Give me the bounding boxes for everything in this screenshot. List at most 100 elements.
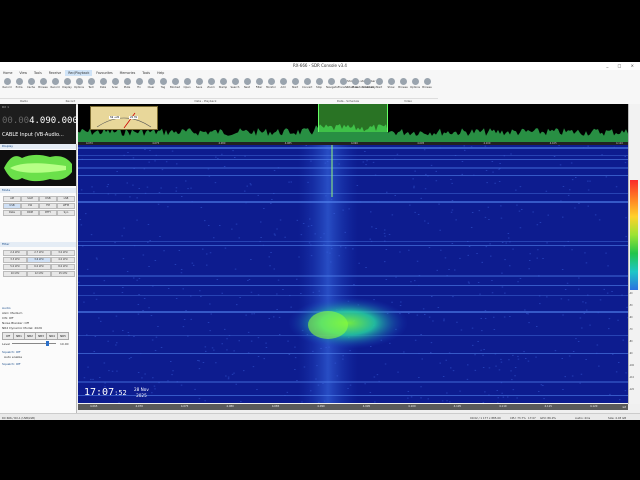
frequency-prefix: 00.00 xyxy=(2,116,30,126)
zoom-level[interactable]: x2 xyxy=(598,404,628,410)
mode-button[interactable]: DRM xyxy=(21,210,39,216)
bottom-tick-label: 4.065 xyxy=(90,405,98,408)
nr5-button[interactable]: NR5 xyxy=(57,332,69,340)
ribbon-button-20[interactable]: Next xyxy=(242,78,252,94)
ribbon-button-0[interactable]: Record xyxy=(2,78,12,94)
info-agc[interactable]: AGC: Medium xyxy=(2,311,22,315)
ribbon-button-icon xyxy=(39,78,47,85)
mode-button[interactable]: Syn xyxy=(57,210,75,216)
ribbon-button-2[interactable]: Cache xyxy=(26,78,36,94)
ribbon-button-33[interactable]: Browse xyxy=(398,78,408,94)
audio-source[interactable]: CABLE Input (VB-Audio... xyxy=(2,132,64,138)
level-slider[interactable] xyxy=(12,341,56,346)
bottom-frequency-axis[interactable]: 4.065 4.070 4.075 4.080 4.085 4.090 4.095 4.100… xyxy=(78,404,628,410)
filter-button[interactable]: 4.0 kHz xyxy=(51,257,75,263)
ribbon-button-label: Next xyxy=(243,86,251,89)
ribbon-button-11[interactable]: Fix xyxy=(134,78,144,94)
ribbon-button-8[interactable]: Data xyxy=(98,78,108,94)
waterfall-display[interactable] xyxy=(78,145,628,403)
squelch-label[interactable]: Squelch: Off xyxy=(2,350,20,354)
filter-button[interactable]: 2.4 kHz xyxy=(3,250,27,256)
ribbon-button-14[interactable]: Blocked xyxy=(170,78,180,94)
filter-button[interactable]: 3.6 kHz xyxy=(27,257,51,263)
frequency-display[interactable]: RX 1 00.004.090.000 CABLE Input (VB-Audi… xyxy=(0,104,78,144)
info-cw[interactable]: CW: Off xyxy=(2,316,13,320)
frequency-readout[interactable]: 00.004.090.000 xyxy=(2,116,78,126)
mode-button[interactable]: Data xyxy=(3,210,21,216)
clock-time: 17:07:52 xyxy=(84,387,127,398)
ribbon-button-34[interactable]: Options xyxy=(410,78,420,94)
ribbon-button-35[interactable]: Browse xyxy=(422,78,432,94)
ribbon-button-29[interactable]: Mute xyxy=(350,78,360,94)
ribbon-button-24[interactable]: Start xyxy=(290,78,300,94)
filter-button[interactable]: 2.7 kHz xyxy=(27,250,51,256)
ribbon-button-label: Filter xyxy=(255,86,263,89)
vfo-passband[interactable] xyxy=(318,104,388,132)
ribbon-button-13[interactable]: Tag xyxy=(158,78,168,94)
ribbon-button-18[interactable]: Stamp xyxy=(218,78,228,94)
ribbon-button-7[interactable]: Text xyxy=(86,78,96,94)
ribbon-button-31[interactable]: Start xyxy=(374,78,384,94)
waterfall-color-scale[interactable] xyxy=(630,180,638,290)
mode-button[interactable]: RTTY xyxy=(39,210,57,216)
ribbon-button-5[interactable]: Display xyxy=(62,78,72,94)
clock-time-seconds: 52 xyxy=(118,389,127,397)
window-controls[interactable]: _ □ × xyxy=(606,63,638,68)
info-noise-blanker[interactable]: Noise Blanker: Off xyxy=(2,321,29,325)
ribbon-button-icon xyxy=(135,78,143,85)
ribbon-button-21[interactable]: Filter xyxy=(254,78,264,94)
filter-button[interactable]: 8.0 kHz xyxy=(51,264,75,270)
ribbon-button-16[interactable]: Save xyxy=(194,78,204,94)
spectrum-display[interactable]: S9 +20 20 Hz 4.070 4.075 4.080 4.085 4.090 4.… xyxy=(78,104,628,145)
panel-header-filter: Filter xyxy=(0,242,76,247)
ribbon-button-10[interactable]: Mute xyxy=(122,78,132,94)
squelch-auto-enable[interactable]: Auto enable xyxy=(4,355,22,359)
mode-button[interactable]: CW xyxy=(21,203,39,209)
ribbon-button-6[interactable]: Options xyxy=(74,78,84,94)
status-coords: 00:02 / 1 177 x 885.00 xyxy=(470,415,501,420)
filter-button[interactable]: 5.0 kHz xyxy=(3,264,27,270)
ribbon-button-1[interactable]: Extra xyxy=(14,78,24,94)
ribbon-button-27[interactable]: Navigator xyxy=(326,78,339,94)
ribbon-button-30[interactable]: Schedule xyxy=(362,78,374,94)
filter-button[interactable]: 3.3 kHz xyxy=(3,257,27,263)
ribbon-button-label: Record xyxy=(2,86,12,89)
level-slider-thumb[interactable] xyxy=(46,341,49,346)
filter-button[interactable]: 3.0 kHz xyxy=(51,250,75,256)
mode-button[interactable]: LSB xyxy=(57,196,75,202)
left-control-panel: Display Mode AM SAM DSB LSB USB CW FM WFM Data DR… xyxy=(0,144,77,414)
ribbon-button-19[interactable]: Search xyxy=(230,78,240,94)
ribbon-button-4[interactable]: Record xyxy=(50,78,60,94)
filter-button[interactable]: 15 kHz xyxy=(51,271,75,277)
ribbon-button-9[interactable]: Scan xyxy=(110,78,120,94)
mode-button[interactable]: AM xyxy=(3,196,21,202)
bottom-tick-label: 4.110 xyxy=(499,405,507,408)
mode-button[interactable]: FM xyxy=(39,203,57,209)
ribbon-button-28[interactable]: Transfer xyxy=(338,78,348,94)
ribbon-button-17[interactable]: Zoom xyxy=(206,78,216,94)
ribbon-button-3[interactable]: Browse xyxy=(38,78,48,94)
ribbon-button-label: Tag xyxy=(160,86,166,89)
ribbon-button-15[interactable]: Open xyxy=(182,78,192,94)
mode-button[interactable]: SAM xyxy=(21,196,39,202)
meter-reading-2: 20 Hz xyxy=(129,116,139,119)
filter-button[interactable]: 10 kHz xyxy=(3,271,27,277)
ribbon-button-32[interactable]: Show xyxy=(386,78,396,94)
mode-button[interactable]: DSB xyxy=(39,196,57,202)
mode-button[interactable]: USB xyxy=(3,203,21,209)
info-nr2[interactable]: NR2 Dynamic Model: 2026 xyxy=(2,326,42,330)
ribbon-button-icon xyxy=(399,78,407,85)
filter-button[interactable]: 6.0 kHz xyxy=(27,264,51,270)
ribbon-button-12[interactable]: Clear xyxy=(146,78,156,94)
ribbon-button-22[interactable]: Monitor xyxy=(266,78,276,94)
mode-button[interactable]: WFM xyxy=(57,203,75,209)
squelch-footer[interactable]: Squelch: Off xyxy=(2,362,20,366)
filter-button[interactable]: 12 kHz xyxy=(27,271,51,277)
ribbon-button-label: Convert xyxy=(302,86,313,89)
ribbon-button-label: Show xyxy=(387,86,395,89)
ribbon-button-icon xyxy=(267,78,275,85)
ribbon-button-26[interactable]: Stop xyxy=(314,78,324,94)
ribbon-button-23[interactable]: Add xyxy=(278,78,288,94)
ribbon-button-25[interactable]: Convert xyxy=(302,78,312,94)
ruler-label: -100 xyxy=(629,364,634,367)
